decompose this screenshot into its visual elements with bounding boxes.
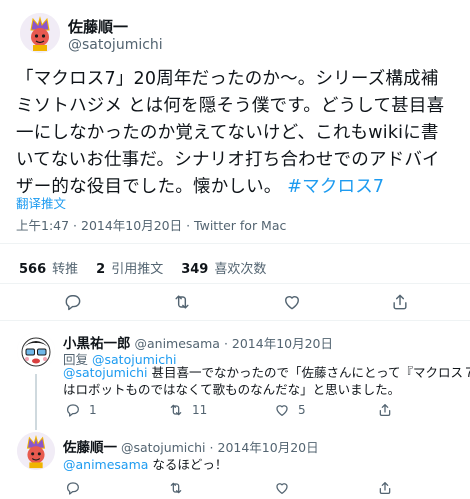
share-button[interactable]	[377, 402, 393, 418]
tweet-text-line: 一にしなかったのか覚えてないけど、これもwikiに書	[16, 123, 439, 143]
retweet-button[interactable]	[168, 480, 184, 496]
retweet-button[interactable]: 11	[168, 402, 207, 418]
retweet-icon	[170, 482, 182, 494]
stat-count: 349	[181, 262, 209, 277]
translate-tweet-link[interactable]: 翻译推文	[16, 193, 66, 212]
retweet-icon	[170, 404, 182, 416]
stat-quotes[interactable]: 2 引用推文	[96, 258, 163, 277]
reply-text-segment: なるほどっ！	[152, 457, 228, 472]
author-name[interactable]: 佐藤順一	[63, 436, 117, 456]
share-icon	[379, 404, 391, 416]
stat-likes[interactable]: 566 转推	[19, 258, 78, 277]
tweet-text-line: いてないお仕事だ。シナリオ打ち合わせでのアドバイ	[16, 150, 440, 170]
avatar[interactable]	[20, 13, 60, 53]
divider	[0, 243, 470, 244]
stat-label: 引用推文	[111, 262, 164, 277]
divider	[0, 320, 470, 321]
reply-button[interactable]: 1	[65, 402, 97, 418]
reply-text-segment: 甚目喜一でなかったので「佐藤さんにとって『マクロス７』	[151, 365, 470, 380]
tweet-text: 「マクロス7」20周年だったのか〜。シリーズ構成補 ミソトハジメ とは何を隠そう…	[16, 66, 466, 201]
author-name[interactable]: 佐藤順一	[68, 16, 128, 37]
heart-icon	[285, 296, 299, 310]
mention-link[interactable]: @animesama	[63, 457, 148, 472]
tweet-text-line-last: ザー的な役目でした。懐かしい。 #マクロス7	[16, 174, 466, 201]
like-count: 5	[298, 403, 306, 417]
stats-row: 566 转推 2 引用推文 349 喜欢次数	[19, 258, 266, 277]
reply-date[interactable]: · 2014年10月20日	[224, 333, 333, 352]
share-button[interactable]	[390, 292, 410, 312]
reply-icon	[65, 295, 81, 311]
reply-button[interactable]	[65, 480, 81, 496]
retweet-icon	[175, 295, 189, 309]
tweet-text-line: 「マクロス7」20周年だったのか〜。シリーズ構成補	[16, 69, 439, 89]
heart-icon	[276, 405, 288, 416]
reply-header: 佐藤順一 @satojumichi · 2014年10月20日	[63, 436, 319, 456]
reply-text: @satojumichi 甚目喜一でなかったので「佐藤さんにとって『マクロス７』…	[63, 364, 470, 398]
stat-retweets[interactable]: 349 喜欢次数	[181, 258, 266, 277]
reply-icon	[67, 404, 79, 417]
like-button[interactable]	[274, 480, 290, 496]
like-button[interactable]: 5	[274, 402, 306, 418]
mention-link[interactable]: @satojumichi	[63, 365, 148, 380]
hashtag-link[interactable]: #マクロス7	[287, 177, 384, 197]
heart-icon	[276, 483, 288, 494]
reply-text-line: はロボットものではなくて歌ものなんだな」と思いました。	[63, 382, 401, 397]
avatar-crowned-character-icon	[20, 13, 60, 53]
thread-line	[35, 374, 37, 430]
author-handle[interactable]: @satojumichi	[121, 440, 206, 455]
share-icon	[393, 294, 407, 310]
avatar-crowned-character-icon	[17, 432, 55, 470]
like-button[interactable]	[282, 292, 302, 312]
retweet-button[interactable]	[172, 292, 192, 312]
tweet-meta[interactable]: 上午1:47 · 2014年10月20日 · Twitter for Mac	[16, 215, 286, 234]
retweet-count: 11	[192, 403, 208, 417]
reply-count: 1	[89, 403, 97, 417]
stat-label: 喜欢次数	[214, 262, 267, 277]
stat-label: 转推	[52, 262, 79, 277]
divider	[0, 283, 470, 284]
avatar[interactable]	[17, 332, 55, 370]
stat-count: 2	[96, 262, 106, 277]
reply-icon	[67, 482, 79, 495]
share-button[interactable]	[377, 480, 393, 496]
avatar-glasses-face-icon	[17, 332, 55, 370]
reply-button[interactable]	[63, 292, 83, 312]
reply-text: @animesama なるほどっ！	[63, 454, 227, 473]
stat-count: 566	[19, 262, 47, 277]
avatar[interactable]	[17, 432, 55, 470]
reply-text-line: @satojumichi 甚目喜一でなかったので「佐藤さんにとって『マクロス７』	[63, 364, 470, 381]
share-icon	[379, 482, 391, 494]
tweet-text-line: ミソトハジメ とは何を隠そう僕です。どうして甚目喜	[16, 96, 445, 116]
author-handle[interactable]: @satojumichi	[68, 37, 163, 53]
